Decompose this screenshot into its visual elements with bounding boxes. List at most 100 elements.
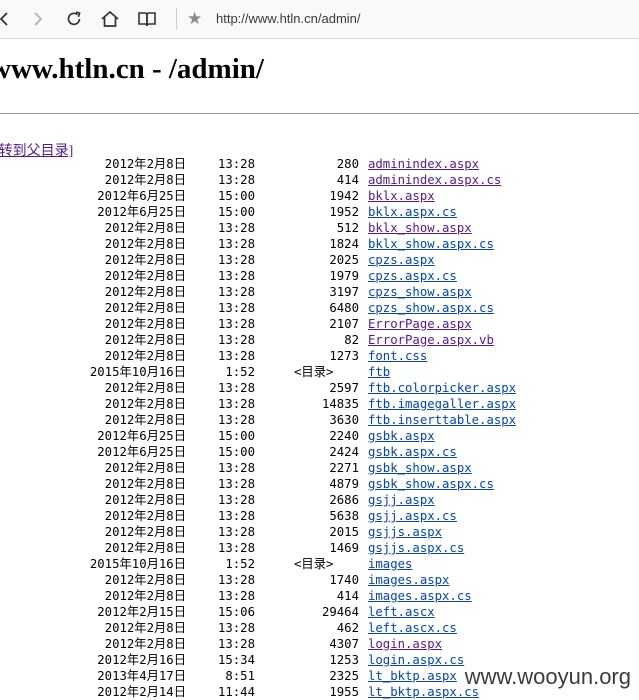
entry-size: 3630	[329, 413, 359, 427]
entry-date: 2012年2月8日	[104, 317, 186, 331]
file-link[interactable]: adminindex.aspx	[368, 156, 479, 172]
file-link[interactable]: gsjjs.aspx.cs	[368, 540, 464, 556]
directory-link[interactable]: images	[368, 556, 412, 572]
list-item: 2012年2月8日 13:28 5638 gsjj.aspx.cs	[0, 508, 639, 524]
file-link[interactable]: lt_bktp.aspx.cs	[368, 684, 479, 700]
entry-date: 2012年2月8日	[104, 253, 186, 267]
entry-date: 2012年2月8日	[104, 477, 186, 491]
entry-time: 13:28	[217, 621, 255, 635]
file-link[interactable]: cpzs.aspx.cs	[368, 268, 457, 284]
file-link[interactable]: images.aspx	[368, 572, 449, 588]
entry-size: 1824	[329, 237, 359, 251]
watermark: www.wooyun.org	[464, 664, 631, 689]
entry-date: 2012年2月8日	[104, 157, 186, 171]
entry-time: 13:28	[217, 333, 255, 347]
file-link[interactable]: gsbk.aspx	[368, 428, 435, 444]
file-link[interactable]: bklx.aspx	[368, 188, 435, 204]
entry-size: 2240	[329, 429, 359, 443]
file-link[interactable]: gsbk.aspx.cs	[368, 444, 457, 460]
file-link[interactable]: left.ascx.cs	[368, 620, 457, 636]
file-link[interactable]: font.css	[368, 348, 427, 364]
list-item: 2012年2月8日 13:28 3630 ftb.inserttable.aspx	[0, 412, 639, 428]
entry-size: 2597	[329, 381, 359, 395]
entry-date: 2012年2月8日	[104, 381, 186, 395]
entry-size: 1952	[329, 205, 359, 219]
file-link[interactable]: images.aspx.cs	[368, 588, 472, 604]
file-link[interactable]: gsjjs.aspx	[368, 524, 442, 540]
file-link[interactable]: gsbk_show.aspx	[368, 460, 472, 476]
file-link[interactable]: ftb.imagegaller.aspx	[368, 396, 516, 412]
list-item: 2012年2月8日 13:28 2025 cpzs.aspx	[0, 252, 639, 268]
entry-size: 512	[336, 221, 359, 235]
list-item: 2012年2月8日 13:28 4879 gsbk_show.aspx.cs	[0, 476, 639, 492]
file-link[interactable]: cpzs_show.aspx	[368, 284, 472, 300]
address-bar-url[interactable]: http://www.htln.cn/admin/	[216, 11, 361, 26]
entry-size: 2025	[329, 253, 359, 267]
file-link[interactable]: bklx_show.aspx	[368, 220, 472, 236]
entry-time: 1:52	[225, 557, 255, 571]
page-title: www.htln.cn - /admin/	[0, 53, 264, 85]
entry-date: 2015年10月16日	[89, 557, 186, 571]
entry-date: 2012年2月8日	[104, 461, 186, 475]
entry-time: 13:28	[217, 509, 255, 523]
file-link[interactable]: ftb.colorpicker.aspx	[368, 380, 516, 396]
entry-date: 2015年10月16日	[89, 365, 186, 379]
file-link[interactable]: ftb.inserttable.aspx	[368, 412, 516, 428]
directory-link[interactable]: ftb	[368, 364, 390, 380]
file-link[interactable]: lt_bktp.aspx	[368, 668, 457, 684]
entry-date: 2012年2月8日	[104, 589, 186, 603]
file-link[interactable]: gsbk_show.aspx.cs	[368, 476, 494, 492]
directory-marker: <目录>	[294, 557, 334, 571]
entry-size: 1253	[329, 653, 359, 667]
horizontal-rule	[0, 113, 639, 114]
entry-time: 13:28	[217, 237, 255, 251]
file-link[interactable]: login.aspx	[368, 636, 442, 652]
file-link[interactable]: ErrorPage.aspx.vb	[368, 332, 494, 348]
file-link[interactable]: adminindex.aspx.cs	[368, 172, 501, 188]
bookmark-star-icon[interactable]: ★	[187, 9, 202, 29]
entry-size: 1273	[329, 349, 359, 363]
list-item: 2012年6月25日 15:00 1942 bklx.aspx	[0, 188, 639, 204]
entry-time: 1:52	[225, 365, 255, 379]
list-item: 2012年2月15日 15:06 29464 left.ascx	[0, 604, 639, 620]
entry-time: 15:06	[217, 605, 255, 619]
entry-time: 13:28	[217, 301, 255, 315]
entry-size: 1469	[329, 541, 359, 555]
reload-icon[interactable]	[62, 7, 86, 31]
forward-icon[interactable]	[26, 7, 50, 31]
entry-date: 2012年6月25日	[97, 189, 186, 203]
entry-size: 1942	[329, 189, 359, 203]
file-list: 2012年2月8日 13:28 280 adminindex.aspx 2012年2月8…	[0, 156, 639, 700]
file-link[interactable]: cpzs_show.aspx.cs	[368, 300, 494, 316]
reader-view-icon[interactable]	[135, 7, 159, 31]
file-link[interactable]: left.ascx	[368, 604, 435, 620]
home-icon[interactable]	[98, 7, 122, 31]
file-link[interactable]: bklx.aspx.cs	[368, 204, 457, 220]
entry-date: 2012年2月8日	[104, 173, 186, 187]
entry-time: 13:28	[217, 221, 255, 235]
entry-time: 15:00	[217, 205, 255, 219]
file-link[interactable]: gsjj.aspx	[368, 492, 435, 508]
entry-time: 13:28	[217, 285, 255, 299]
list-item: 2012年2月8日 13:28 14835 ftb.imagegaller.aspx	[0, 396, 639, 412]
file-link[interactable]: bklx_show.aspx.cs	[368, 236, 494, 252]
back-icon[interactable]	[0, 7, 16, 31]
entry-size: 2107	[329, 317, 359, 331]
list-item: 2012年2月8日 13:28 3197 cpzs_show.aspx	[0, 284, 639, 300]
entry-date: 2012年2月8日	[104, 573, 186, 587]
list-item: 2012年2月8日 13:28 1740 images.aspx	[0, 572, 639, 588]
list-item: 2012年2月8日 13:28 6480 cpzs_show.aspx.cs	[0, 300, 639, 316]
entry-date: 2012年2月8日	[104, 221, 186, 235]
file-link[interactable]: login.aspx.cs	[368, 652, 464, 668]
entry-size: 2686	[329, 493, 359, 507]
entry-date: 2012年2月8日	[104, 237, 186, 251]
file-link[interactable]: ErrorPage.aspx	[368, 316, 472, 332]
entry-size: 1740	[329, 573, 359, 587]
entry-time: 13:28	[217, 397, 255, 411]
file-link[interactable]: gsjj.aspx.cs	[368, 508, 457, 524]
entry-date: 2012年2月8日	[104, 525, 186, 539]
list-item: 2012年2月8日 13:28 2686 gsjj.aspx	[0, 492, 639, 508]
entry-time: 11:44	[217, 685, 255, 699]
list-item: 2012年2月8日 13:28 82 ErrorPage.aspx.vb	[0, 332, 639, 348]
file-link[interactable]: cpzs.aspx	[368, 252, 435, 268]
